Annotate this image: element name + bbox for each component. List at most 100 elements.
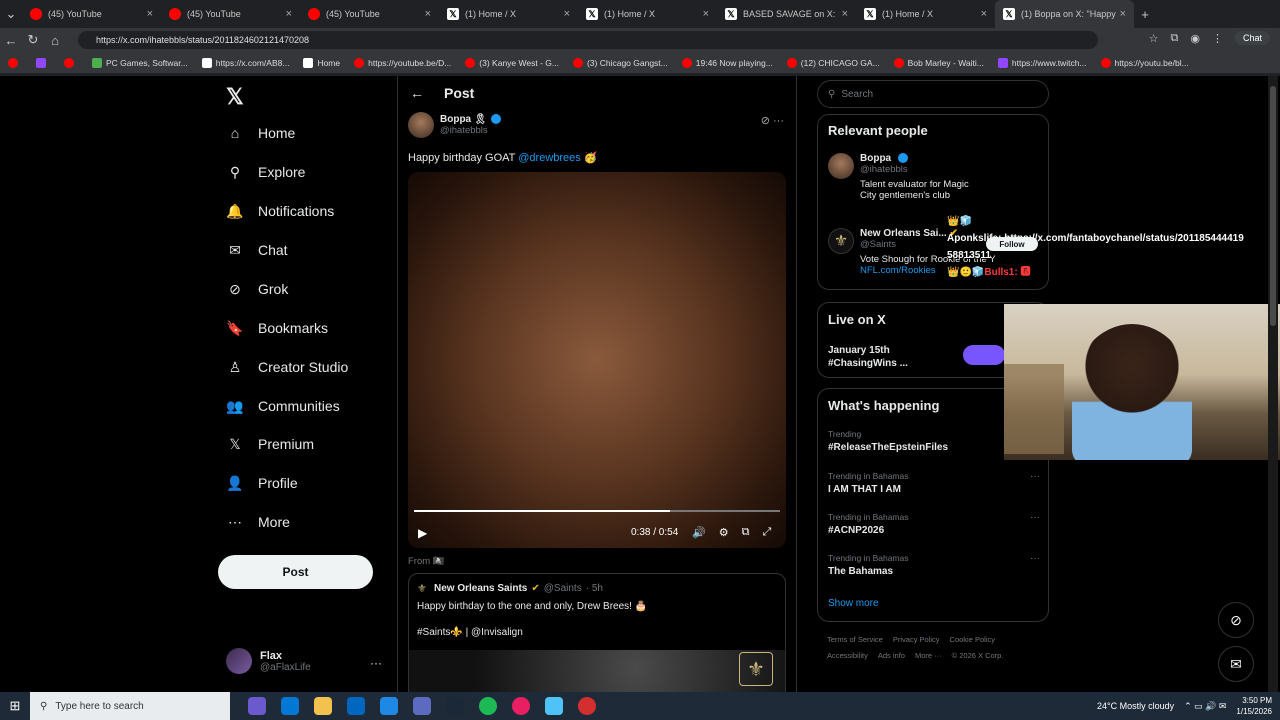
trend-item[interactable]: Trending in Bahamas I AM THAT I AM ···	[828, 471, 1040, 495]
account-more-icon[interactable]: ···	[370, 656, 382, 670]
browser-tab[interactable]: (45) YouTube ×	[161, 0, 300, 28]
clock[interactable]: 3:50 PM 1/15/2026	[1236, 695, 1272, 717]
search-input[interactable]: ⚲ Search	[817, 80, 1049, 108]
bookmark-item[interactable]	[8, 57, 22, 68]
bookmark-item[interactable]: 19:46 Now playing...	[681, 57, 773, 68]
live-avatars[interactable]	[963, 345, 1005, 365]
trend-more-icon[interactable]: ···	[1030, 553, 1040, 564]
tray-icons[interactable]: ⌃ ▭ 🔊 ✉	[1184, 701, 1226, 712]
footer-link[interactable]: Terms of Service	[827, 635, 883, 644]
page-scrollbar[interactable]	[1268, 76, 1278, 692]
mention-link[interactable]: @drewbrees	[518, 152, 581, 164]
video-player[interactable]: ▶ 0:38 / 0:54 🔊 ⚙ ⧉ ⤢	[408, 172, 786, 548]
windows-start-icon[interactable]: ⊞	[0, 698, 30, 714]
saints-logo-icon[interactable]: ⚜	[828, 228, 854, 254]
bookmark-item[interactable]: https://x.com/AB8...	[201, 57, 289, 68]
x-logo-icon[interactable]: 𝕏	[226, 84, 244, 110]
nav-item-communities[interactable]: 👥 Communities	[226, 397, 339, 415]
quoted-post[interactable]: ⚜ New Orleans Saints ✔ @Saints · 5h Happ…	[408, 573, 786, 703]
more-icon[interactable]: ···	[773, 115, 784, 127]
settings-icon[interactable]: ⚙	[719, 526, 729, 539]
author-name[interactable]: Boppa	[440, 114, 471, 125]
nav-item-notifications[interactable]: 🔔 Notifications	[226, 202, 334, 220]
nav-item-explore[interactable]: ⚲ Explore	[226, 163, 306, 181]
trend-item[interactable]: Trending in Bahamas #ACNP2026 ···	[828, 512, 1040, 536]
new-tab-icon[interactable]: +	[1134, 7, 1156, 22]
bookmark-item[interactable]: (12) CHICAGO GA...	[786, 57, 880, 68]
close-tab-icon[interactable]: ×	[842, 8, 848, 20]
close-tab-icon[interactable]: ×	[564, 8, 570, 20]
home-icon[interactable]: ⌂	[44, 33, 66, 48]
footer-link[interactable]: More ···	[915, 651, 942, 660]
close-tab-icon[interactable]: ×	[1120, 8, 1126, 20]
back-arrow-icon[interactable]: ←	[410, 85, 424, 101]
nav-item-profile[interactable]: 👤 Profile	[226, 474, 297, 492]
browser-tab[interactable]: (45) YouTube ×	[300, 0, 439, 28]
pip-icon[interactable]: ⧉	[742, 526, 750, 539]
task-view-icon[interactable]	[248, 697, 266, 715]
bookmark-item[interactable]	[36, 57, 50, 68]
avatar[interactable]	[828, 153, 854, 179]
grok-fab-icon[interactable]: ⊘	[1218, 602, 1254, 638]
person-name[interactable]: Boppa	[860, 153, 891, 164]
store-icon[interactable]	[347, 697, 365, 715]
nav-item-grok[interactable]: ⊘ Grok	[226, 280, 288, 298]
obs-icon[interactable]	[512, 697, 530, 715]
nav-item-more[interactable]: ⋯ More	[226, 513, 290, 531]
spotify-icon[interactable]	[479, 697, 497, 715]
person-name[interactable]: New Orleans Sai...	[860, 228, 947, 239]
extensions-icon[interactable]: ⧉	[1171, 32, 1179, 45]
discord-icon[interactable]	[413, 697, 431, 715]
bookmark-item[interactable]: Home	[303, 57, 340, 68]
chrome-icon[interactable]	[578, 697, 596, 715]
browser-tab[interactable]: 𝕏 BASED SAVAGE on X: "Th ×	[717, 0, 856, 28]
footer-link[interactable]: Ads info	[878, 651, 905, 660]
mail-icon[interactable]	[380, 697, 398, 715]
bookmark-item[interactable]	[64, 57, 78, 68]
nav-item-chat[interactable]: ✉ Chat	[226, 241, 287, 259]
messages-fab-icon[interactable]: ✉	[1218, 646, 1254, 682]
browser-tab[interactable]: (45) YouTube ×	[22, 0, 161, 28]
star-icon[interactable]: ☆	[1149, 32, 1159, 45]
menu-icon[interactable]: ⋮	[1212, 32, 1223, 45]
volume-icon[interactable]: 🔊	[692, 526, 706, 539]
footer-link[interactable]: Privacy Policy	[893, 635, 940, 644]
bookmark-item[interactable]: (3) Chicago Gangst...	[572, 57, 668, 68]
play-icon[interactable]: ▶	[418, 526, 427, 540]
steam-icon[interactable]	[446, 697, 464, 715]
avatar[interactable]	[408, 112, 434, 138]
weather-widget[interactable]: 24°C Mostly cloudy	[1097, 701, 1174, 711]
bookmark-item[interactable]: https://youtube.be/D...	[354, 57, 451, 68]
follow-button[interactable]: Follow	[986, 237, 1038, 251]
file-explorer-icon[interactable]	[314, 697, 332, 715]
tab-list-icon[interactable]: ⌄	[0, 6, 22, 22]
url-input[interactable]: https://x.com/ihatebbls/status/201182460…	[78, 31, 1098, 49]
post-button[interactable]: Post	[218, 555, 373, 589]
browser-tab[interactable]: 𝕏 (1) Boppa on X: "Happy ×	[995, 0, 1134, 28]
trend-more-icon[interactable]: ···	[1030, 512, 1040, 523]
browser-tab[interactable]: 𝕏 (1) Home / X ×	[439, 0, 578, 28]
trend-more-icon[interactable]: ···	[1030, 471, 1040, 482]
bookmark-item[interactable]: Bob Marley - Waiti...	[893, 57, 984, 68]
fullscreen-icon[interactable]: ⤢	[762, 526, 771, 539]
video-progress-bar[interactable]	[414, 510, 780, 512]
nav-item-home[interactable]: ⌂ Home	[226, 124, 296, 142]
close-tab-icon[interactable]: ×	[425, 8, 431, 20]
close-tab-icon[interactable]: ×	[703, 8, 709, 20]
bookmark-item[interactable]: https://youtu.be/bl...	[1100, 57, 1189, 68]
browser-tab[interactable]: 𝕏 (1) Home / X ×	[856, 0, 995, 28]
nav-item-creator-studio[interactable]: ♙ Creator Studio	[226, 358, 349, 376]
footer-link[interactable]: Accessibility	[827, 651, 868, 660]
post-author[interactable]: Boppa 🎗 @ihatebbls	[408, 112, 501, 138]
bookmark-item[interactable]: https://www.twitch...	[997, 57, 1087, 68]
close-tab-icon[interactable]: ×	[981, 8, 987, 20]
live-item[interactable]: January 15th #ChasingWins ...	[828, 344, 908, 370]
bookmark-item[interactable]: PC Games, Softwar...	[92, 57, 188, 68]
close-tab-icon[interactable]: ×	[286, 8, 292, 20]
footer-link[interactable]: Cookie Policy	[950, 635, 995, 644]
profile-icon[interactable]: ◉	[1190, 32, 1200, 45]
back-icon[interactable]: ←	[0, 33, 22, 48]
app-icon[interactable]	[545, 697, 563, 715]
nav-item-bookmarks[interactable]: 🔖 Bookmarks	[226, 319, 328, 337]
browser-chat-button[interactable]: Chat	[1234, 31, 1270, 45]
